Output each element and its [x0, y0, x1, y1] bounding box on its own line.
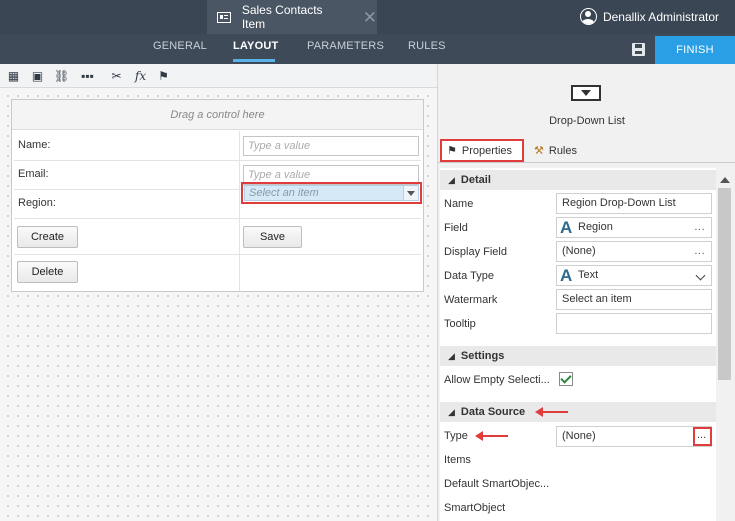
design-canvas[interactable]: Drag a control here Name: Type a value E…: [0, 88, 437, 521]
ellipsis-button[interactable]: ...: [697, 429, 706, 442]
prop-display-field-value: (None): [562, 245, 596, 257]
prop-name-label: Name: [444, 198, 474, 210]
user-menu[interactable]: Denallix Administrator: [579, 8, 719, 25]
row-divider: [14, 218, 421, 219]
tab-rules-panel[interactable]: ⚒ Rules: [530, 139, 582, 162]
tools-icon[interactable]: ✂: [109, 69, 124, 83]
section-detail[interactable]: ◢ Detail: [440, 170, 716, 190]
region-dropdown-highlight: Select an item: [241, 182, 422, 204]
prop-watermark-field[interactable]: Select an item: [556, 289, 712, 310]
tab-rules[interactable]: RULES: [408, 40, 446, 52]
prop-name-value: Region Drop-Down List: [562, 197, 676, 209]
delete-button[interactable]: Delete: [17, 261, 78, 283]
tab-properties-label: Properties: [461, 144, 513, 157]
title-bar: Sales Contacts Item ✕ Denallix Administr…: [0, 0, 735, 34]
prop-type-field[interactable]: (None): [556, 426, 712, 447]
allow-empty-checkbox[interactable]: [559, 372, 573, 386]
prop-items-label: Items: [444, 454, 471, 466]
designer-nav: GENERAL LAYOUT PARAMETERS RULES: [0, 34, 735, 64]
prop-display-field-label: Display Field: [444, 246, 507, 258]
gavel-icon: ⚒: [534, 145, 544, 157]
annotation-arrow: [475, 431, 508, 441]
text-type-icon: A: [560, 266, 573, 285]
tab-properties[interactable]: ⚑ Properties: [440, 139, 524, 162]
prop-type-value: (None): [562, 430, 596, 442]
region-label: Region:: [18, 197, 56, 209]
prop-type-label: Type: [444, 430, 468, 442]
table-icon[interactable]: ▦: [6, 69, 21, 83]
property-grid: ◢ Detail Name Region Drop-Down List Field…: [440, 168, 716, 521]
document-title: Sales Contacts Item: [241, 3, 323, 31]
collapse-icon: ◢: [448, 407, 455, 417]
region-dropdown[interactable]: Select an item: [244, 185, 419, 201]
chevron-down-icon[interactable]: [403, 186, 418, 200]
prop-field-field[interactable]: A Region ...: [556, 217, 712, 238]
close-icon[interactable]: ✕: [363, 9, 377, 26]
scrollbar-thumb[interactable]: [718, 188, 731, 380]
theme-icon[interactable]: ⚑: [156, 69, 171, 83]
prop-watermark-value: Select an item: [562, 293, 632, 305]
prop-tooltip-label: Tooltip: [444, 318, 476, 330]
fx-icon[interactable]: fx: [133, 69, 148, 83]
section-settings-label: Settings: [460, 350, 505, 362]
prop-default-smartobject-label: Default SmartObjec...: [444, 478, 550, 490]
user-name: Denallix Administrator: [602, 9, 719, 24]
prop-allow-empty-label: Allow Empty Selecti...: [444, 374, 550, 386]
type-ellipsis-highlight: ...: [693, 427, 712, 446]
save-button[interactable]: Save: [243, 226, 302, 248]
prop-tooltip-field[interactable]: [556, 313, 712, 334]
row-divider: [14, 254, 421, 255]
layout-toolbar: ▦ ▣ ⛓ ▪▪▪ ✂ fx ⚑: [0, 64, 437, 88]
image-icon[interactable]: ▣: [30, 69, 45, 83]
tab-divider: [438, 162, 735, 163]
prop-display-field-field[interactable]: (None) ...: [556, 241, 712, 262]
drop-zone[interactable]: Drag a control here: [12, 100, 423, 130]
section-data-source-label: Data Source: [460, 406, 526, 418]
tab-parameters[interactable]: PARAMETERS: [307, 40, 384, 52]
annotation-arrow: [535, 407, 568, 417]
ellipsis-button[interactable]: ...: [694, 218, 705, 237]
control-type-label: Drop-Down List: [549, 115, 625, 127]
ellipsis-button[interactable]: ...: [694, 242, 705, 261]
field-type-icon: A: [560, 218, 573, 237]
prop-data-type-value: Text: [578, 269, 599, 281]
prop-field-label: Field: [444, 222, 468, 234]
email-label: Email:: [18, 168, 49, 180]
section-data-source[interactable]: ◢ Data Source: [440, 402, 716, 422]
section-detail-label: Detail: [460, 174, 491, 186]
tab-general[interactable]: GENERAL: [153, 40, 207, 52]
scroll-up-icon[interactable]: [720, 177, 730, 183]
prop-field-value: Region: [578, 221, 613, 233]
name-label: Name:: [18, 139, 51, 151]
chevron-down-icon[interactable]: [695, 270, 706, 281]
link-icon[interactable]: ⛓: [54, 69, 69, 83]
dropdown-control-icon: [571, 85, 601, 101]
prop-watermark-label: Watermark: [444, 294, 498, 306]
view-form[interactable]: Drag a control here Name: Type a value E…: [11, 99, 424, 292]
tab-layout[interactable]: LAYOUT: [233, 40, 278, 52]
form-icon: [217, 11, 231, 23]
properties-panel: Drop-Down List ⚑ Properties ⚒ Rules ◢ Det…: [437, 64, 735, 521]
tab-rules-label: Rules: [548, 144, 577, 157]
more-icon[interactable]: ▪▪▪: [80, 69, 95, 83]
user-avatar-icon: [579, 8, 597, 25]
collapse-icon: ◢: [448, 351, 455, 361]
prop-data-type-select[interactable]: A Text: [556, 265, 712, 286]
create-button[interactable]: Create: [17, 226, 78, 248]
properties-icon: ⚑: [447, 145, 457, 157]
active-tab-indicator: [233, 59, 275, 62]
row-divider: [14, 160, 421, 161]
prop-data-type-label: Data Type: [444, 270, 494, 282]
region-dropdown-watermark: Select an item: [249, 187, 319, 199]
collapse-icon: ◢: [448, 175, 455, 185]
save-icon[interactable]: [632, 43, 645, 56]
document-tab[interactable]: Sales Contacts Item ✕: [207, 0, 377, 34]
form-table: Name: Type a value Email: Type a value R…: [12, 131, 423, 291]
finish-button[interactable]: FINISH: [655, 36, 735, 64]
name-input[interactable]: Type a value: [243, 136, 419, 156]
prop-smartobject-label: SmartObject: [444, 502, 506, 514]
section-settings[interactable]: ◢ Settings: [440, 346, 716, 366]
column-divider: [239, 131, 240, 291]
prop-name-field[interactable]: Region Drop-Down List: [556, 193, 712, 214]
